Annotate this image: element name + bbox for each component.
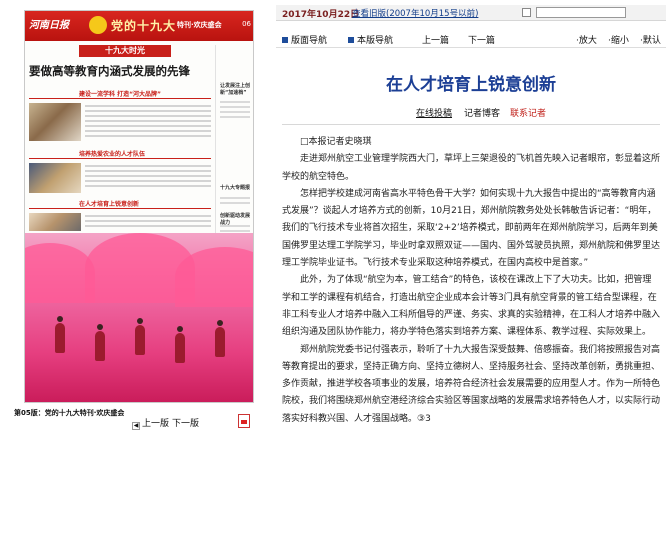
text-line [220,230,250,232]
article-paragraph: 怎样把学校建成河南省高水平特色骨干大学？如何实现十九大报告中提出的“高等教育内涵… [282,188,661,269]
reporter-blog-link[interactable]: 记者博客 [464,106,500,119]
prev-page-label: 上一版 [142,419,170,429]
dancer-figure [55,316,65,353]
section-title: 培养热爱农业的人才队伍 [79,151,146,158]
masthead-logo: 河南日报 [29,20,69,31]
article-photo [29,213,81,231]
side-column: 让发展注上创新“加速档” 十九大专题报 创新驱动发展战力 [215,45,253,251]
section-title: 建设一流学科 打造“河大品牌” [79,91,161,98]
divider [282,124,660,125]
square-bullet-icon [282,37,288,43]
dancer-figure [175,326,185,363]
page-thumbnail-pane: 河南日报 党的十九大 特刊·欢庆盛会 06 十九大时光 要做高等教育内涵式发展的… [0,0,268,535]
date-bar: 2017年10月22日 查看旧版(2007年10月15号以前) [276,5,666,21]
next-page-button[interactable]: 下一版 [172,416,199,429]
section-band-1[interactable]: 建设一流学科 打造“河大品牌” [29,89,211,99]
section-band-3[interactable]: 在人才培育上锐意创新 [29,199,211,209]
pdf-icon[interactable] [238,414,250,428]
page-headline[interactable]: 要做高等教育内涵式发展的先锋 [29,63,211,79]
article-photo [29,103,81,141]
nav-label: 下一篇 [468,36,496,46]
newspaper-page-image[interactable]: 河南日报 党的十九大 特刊·欢庆盛会 06 十九大时光 要做高等教育内涵式发展的… [24,10,254,403]
text-block [85,105,211,140]
side-headline[interactable]: 让发展注上创新“加速档” [220,83,253,97]
article-photo [29,163,81,193]
article-title: 在人才培育上锐意创新 [386,75,556,95]
dancer-figure [215,320,225,357]
dancer-figure [95,324,105,361]
text-line [220,101,250,103]
kicker-label: 十九大时光 [79,45,171,57]
nav-label: 缩小 [610,36,629,46]
article-body: □本报记者史晓琪 走进郑州航空工业管理学院西大门，草坪上三架退役的飞机首先映入记… [282,134,660,428]
date-selector[interactable] [536,7,626,18]
text-line [220,106,250,108]
article-toolbar: 版面导航 本版导航 上一篇 下一篇 ·放大 ·缩小 ·默认 [276,30,666,48]
section-band-2[interactable]: 培养热爱农业的人才队伍 [29,149,211,159]
text-block [85,215,211,230]
page-number: 06 [242,20,251,28]
current-date: 2017年10月22日 [282,10,360,20]
nav-label: 默认 [642,36,661,46]
prev-article-button[interactable]: 上一篇 [422,33,449,46]
text-line [220,111,250,113]
zoom-out-button[interactable]: ·缩小 [608,33,629,46]
submit-link[interactable]: 在线投稿 [416,106,452,119]
prev-page-button[interactable]: ◀ 上一版 [132,416,169,430]
article-paragraph: 此外，为了体现“航空为本，管工结合”的特色，该校在课改上下了大功夫。比如，把管理… [282,275,661,338]
text-line [220,202,250,204]
article-paragraph: 走进郑州航空工业管理学院西大门，草坪上三架退役的飞机首先映入记者眼帘，彰显着这所… [282,154,661,182]
fan-shape [175,247,253,307]
masthead: 河南日报 党的十九大 特刊·欢庆盛会 06 [25,11,253,41]
nav-label: 版面导航 [291,36,328,46]
history-link[interactable]: 查看旧版(2007年10月15号以前) [352,7,478,19]
next-page-label: 下一版 [172,419,200,429]
calendar-icon[interactable] [522,8,531,17]
byline: □本报记者史晓琪 [300,137,372,147]
zoom-in-button[interactable]: ·放大 [576,33,597,46]
nav-label: 本版导航 [357,36,394,46]
nav-label: 放大 [578,36,597,46]
hero-photo[interactable] [25,233,253,402]
masthead-title: 党的十九大 [111,19,177,33]
layout-nav-link[interactable]: 版面导航 [282,33,327,46]
side-subhead: 十九大专题报 [220,185,251,191]
text-line [220,116,250,118]
dancer-figure [135,318,145,355]
party-emblem-icon [89,16,107,34]
arrow-left-icon: ◀ [132,422,140,430]
text-block [85,165,211,190]
article-pane: 2017年10月22日 查看旧版(2007年10月15号以前) 版面导航 本版导… [276,0,666,535]
masthead-subtitle: 特刊·欢庆盛会 [177,21,222,29]
text-line [220,225,250,227]
article-paragraph: 郑州航院党委书记付强表示，聆听了十九大报告深受鼓舞、倍感振奋。我们将按照报告对高… [282,344,661,424]
square-bullet-icon [348,37,354,43]
text-line [220,197,250,199]
nav-label: 上一篇 [422,36,450,46]
next-article-button[interactable]: 下一篇 [468,33,495,46]
page-nav-link[interactable]: 本版导航 [348,33,393,46]
section-title: 在人才培育上锐意创新 [79,201,140,208]
default-size-button[interactable]: ·默认 [640,33,661,46]
contact-reporter-link[interactable]: 联系记者 [510,106,546,119]
